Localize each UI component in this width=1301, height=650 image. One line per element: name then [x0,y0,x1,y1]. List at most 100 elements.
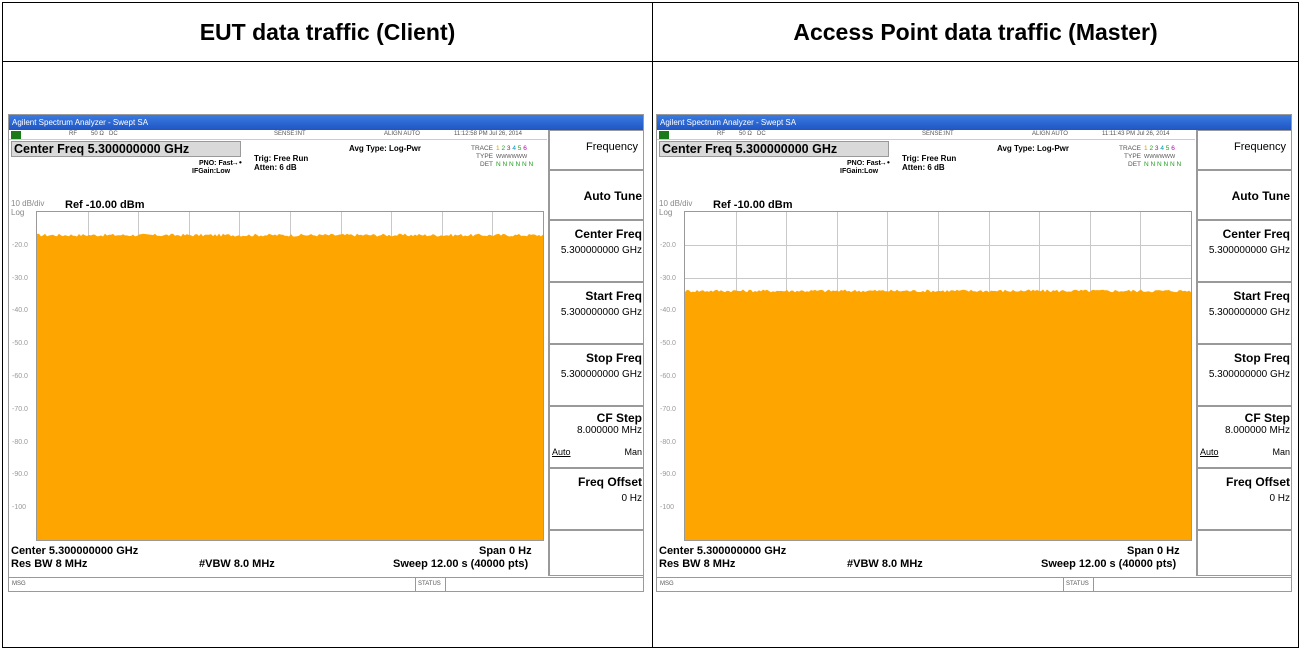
y-tick-label: -20.0 [12,241,28,249]
y-tick-label: -70.0 [12,405,28,413]
center-freq-button[interactable]: Center Freq 5.300000000 GHz [1197,220,1291,282]
center-freq-readout: Center Freq 5.300000000 GHz [11,141,241,157]
type-label: TYPE [476,153,493,160]
center-frequency-label: Center 5.300000000 GHz [11,545,139,557]
y-tick-label: -50.0 [12,340,28,348]
trig-label: Trig: Free Run [902,154,957,163]
trace-fill [685,292,1191,540]
start-freq-button[interactable]: Start Freq 5.300000000 GHz [549,282,643,344]
softkey-panel: Frequency Auto Tune Center Freq 5.300000… [548,130,643,576]
auto-tune-button[interactable]: Auto Tune [1197,170,1291,220]
ifgain-label: IFGain:Low [840,168,879,175]
center-freq-button[interactable]: Center Freq 5.300000000 GHz [549,220,643,282]
span-label: Span 0 Hz [1127,545,1180,557]
impedance-label: 50 Ω [91,131,104,137]
atten-label: Atten: 6 dB [902,163,945,172]
vbw-label: #VBW 8.0 MHz [847,558,923,570]
center-frequency-label: Center 5.300000000 GHz [659,545,787,557]
res-bw-label: Res BW 8 MHz [659,558,736,570]
atten-label: Atten: 6 dB [254,163,297,172]
sense-label: SENSE:INT [922,131,954,137]
trig-label: Trig: Free Run [254,154,309,163]
impedance-label: 50 Ω [739,131,752,137]
ref-level: Ref -10.00 dBm [713,199,793,211]
softkey-menu-title: Frequency [549,130,643,170]
freq-offset-button[interactable]: Freq Offset 0 Hz [1197,468,1291,530]
y-tick-label: -80.0 [12,438,28,446]
y-tick-label: -30.0 [660,274,676,282]
message-bar: MSG STATUS [9,577,643,591]
status-row: RF 50 Ω DC SENSE:INT ALIGN AUTO 11:12:58… [9,130,547,140]
status-label: STATUS [418,581,441,587]
spectrum-analyzer-right: Agilent Spectrum Analyzer - Swept SA RF … [656,114,1292,592]
y-tick-label: -90.0 [12,471,28,479]
auto-tune-button[interactable]: Auto Tune [549,170,643,220]
y-tick-label: -40.0 [12,307,28,315]
trace-label: TRACE [1118,145,1141,152]
res-bw-label: Res BW 8 MHz [11,558,88,570]
spectrum-analyzer-left: Agilent Spectrum Analyzer - Swept SA RF … [8,114,644,592]
sweep-label: Sweep 12.00 s (40000 pts) [393,558,529,570]
window-title: Agilent Spectrum Analyzer - Swept SA [9,115,643,130]
center-freq-readout: Center Freq 5.300000000 GHz [659,141,889,157]
coupling-label: DC [757,131,766,137]
type-value: WWWWWW [1144,154,1176,160]
cf-step-button[interactable]: CF Step 8.000000 MHz Auto Man [549,406,643,468]
status-row: RF 50 Ω DC SENSE:INT ALIGN AUTO 11:11:43… [657,130,1195,140]
det-label: DET [1128,161,1141,168]
y-tick-label: -60.0 [660,373,676,380]
align-label: ALIGN AUTO [384,131,420,137]
timestamp: 11:12:58 PM Jul 26, 2014 [454,131,522,137]
type-value: WWWWWW [496,154,528,160]
msg-label: MSG [12,581,26,587]
trace-label: TRACE [470,145,493,152]
span-label: Span 0 Hz [479,545,532,557]
stop-freq-button[interactable]: Stop Freq 5.300000000 GHz [549,344,643,406]
y-tick-label: -90.0 [660,471,676,479]
softkey-panel: Frequency Auto Tune Center Freq 5.300000… [1196,130,1291,576]
y-tick-label: -50.0 [660,340,676,348]
window-title: Agilent Spectrum Analyzer - Swept SA [657,115,1291,130]
avg-type-label: Avg Type: Log-Pwr [349,144,421,153]
trace-fill [37,236,543,540]
softkey-blank [1197,530,1291,576]
arrow-icon: →• [879,158,890,167]
freq-offset-button[interactable]: Freq Offset 0 Hz [549,468,643,530]
pno-label: PNO: Fast [847,160,881,167]
trace-plot [684,211,1192,541]
sense-label: SENSE:INT [274,131,306,137]
stop-freq-button[interactable]: Stop Freq 5.300000000 GHz [1197,344,1291,406]
y-tick-label: -70.0 [660,405,676,413]
rf-label: RF [717,131,725,137]
pno-label: PNO: Fast [199,160,233,167]
type-label: TYPE [1124,153,1141,160]
plot-svg [685,212,1191,540]
y-tick-label: -80.0 [660,438,676,446]
y-axis-labels: -20.0 -30.0 -40.0 -50.0 -60.0 -70.0 -80.0 -90.0… [9,211,35,541]
vbw-label: #VBW 8.0 MHz [199,558,275,570]
status-label: STATUS [1066,581,1089,587]
y-tick-label: -20.0 [660,241,676,249]
sweep-label: Sweep 12.00 s (40000 pts) [1041,558,1177,570]
header-divider [3,61,1298,62]
align-label: ALIGN AUTO [1032,131,1068,137]
trace-digits: 1 2 3 4 5 6 [1144,145,1175,152]
msg-label: MSG [660,581,674,587]
cf-step-button[interactable]: CF Step 8.000000 MHz Auto Man [1197,406,1291,468]
lxi-indicator [11,131,21,139]
plot-svg [37,212,543,540]
start-freq-button[interactable]: Start Freq 5.300000000 GHz [1197,282,1291,344]
det-label: DET [480,161,493,168]
y-tick-label: -30.0 [12,274,28,282]
y-tick-label: -60.0 [12,373,28,380]
trace-plot [36,211,544,541]
y-tick-label: -40.0 [660,307,676,315]
header-eut: EUT data traffic (Client) [199,18,456,45]
rf-label: RF [69,131,77,137]
avg-type-label: Avg Type: Log-Pwr [997,144,1069,153]
header-access-point: Access Point data traffic (Master) [793,18,1158,45]
y-tick-label: -100 [12,504,27,512]
coupling-label: DC [109,131,118,137]
y-tick-label: -100 [660,504,675,512]
y-axis-labels: -20.0 -30.0 -40.0 -50.0 -60.0 -70.0 -80.0 -90.0… [657,211,683,541]
